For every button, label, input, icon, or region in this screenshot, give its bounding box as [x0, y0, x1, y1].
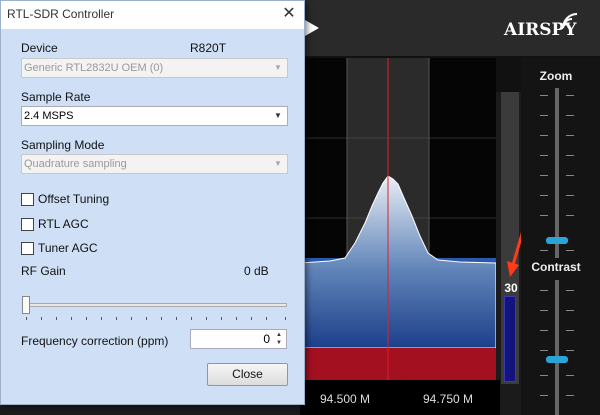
- chevron-down-icon: ▼: [274, 63, 282, 72]
- device-label: Device: [21, 41, 58, 55]
- sample-rate-select[interactable]: 2.4 MSPS ▼: [21, 106, 288, 126]
- offset-tuning-label[interactable]: Offset Tuning: [38, 192, 109, 206]
- contrast-slider-track[interactable]: [555, 280, 559, 415]
- tuner-agc-label[interactable]: Tuner AGC: [38, 241, 98, 255]
- rf-gain-label: RF Gain: [21, 264, 66, 278]
- waterfall: [300, 348, 496, 380]
- contrast-slider-thumb[interactable]: [546, 356, 568, 363]
- spectrum-trace: [300, 175, 496, 349]
- sampling-mode-value: Quadrature sampling: [24, 158, 127, 170]
- rtl-sdr-controller-dialog: RTL-SDR Controller ✕ Device R820T Generi…: [0, 0, 305, 405]
- rf-gain-slider-track[interactable]: [23, 303, 287, 307]
- spectrum-display[interactable]: [300, 58, 496, 380]
- dialog-title: RTL-SDR Controller: [7, 7, 115, 21]
- zoom-slider-track[interactable]: [555, 88, 559, 258]
- device-select-value: Generic RTL2832U OEM (0): [24, 62, 164, 74]
- frequency-axis: 94.500 M 94.750 M: [300, 380, 500, 415]
- freq-label: 94.750 M: [423, 392, 474, 406]
- sampling-mode-select[interactable]: Quadrature sampling ▼: [21, 154, 288, 174]
- level-meter-fill: [504, 296, 516, 382]
- airspy-logo: AIRSPY: [498, 13, 588, 44]
- tuner-type-label: R820T: [190, 41, 227, 55]
- rtl-agc-checkbox[interactable]: [21, 218, 34, 231]
- rf-gain-value: 0 dB: [244, 264, 269, 278]
- zoom-slider-thumb[interactable]: [546, 237, 568, 244]
- sampling-mode-label: Sampling Mode: [21, 138, 105, 152]
- contrast-label: Contrast: [531, 260, 581, 274]
- play-icon[interactable]: [303, 18, 321, 38]
- freq-correction-input[interactable]: 0 ▲ ▼: [190, 329, 287, 349]
- close-icon[interactable]: ✕: [280, 5, 298, 23]
- freq-label: 94.500 M: [320, 392, 371, 406]
- signal-waves-icon: [562, 13, 578, 29]
- chevron-down-icon: ▼: [274, 159, 282, 168]
- level-value: 30: [504, 281, 518, 295]
- chevron-down-icon: ▼: [274, 111, 282, 120]
- rf-gain-slider-thumb[interactable]: [22, 296, 30, 314]
- sample-rate-value: 2.4 MSPS: [24, 110, 74, 122]
- rtl-agc-label[interactable]: RTL AGC: [38, 217, 89, 231]
- zoom-label: Zoom: [539, 69, 573, 83]
- device-select[interactable]: Generic RTL2832U OEM (0) ▼: [21, 58, 288, 78]
- tuner-agc-checkbox[interactable]: [21, 242, 34, 255]
- offset-tuning-checkbox[interactable]: [21, 193, 34, 206]
- close-button[interactable]: Close: [207, 363, 288, 386]
- sample-rate-label: Sample Rate: [21, 90, 91, 104]
- spinner-arrows-icon[interactable]: ▲ ▼: [273, 331, 285, 347]
- dialog-titlebar[interactable]: RTL-SDR Controller ✕: [1, 1, 304, 29]
- freq-correction-value: 0: [263, 332, 270, 346]
- freq-correction-label: Frequency correction (ppm): [21, 334, 169, 348]
